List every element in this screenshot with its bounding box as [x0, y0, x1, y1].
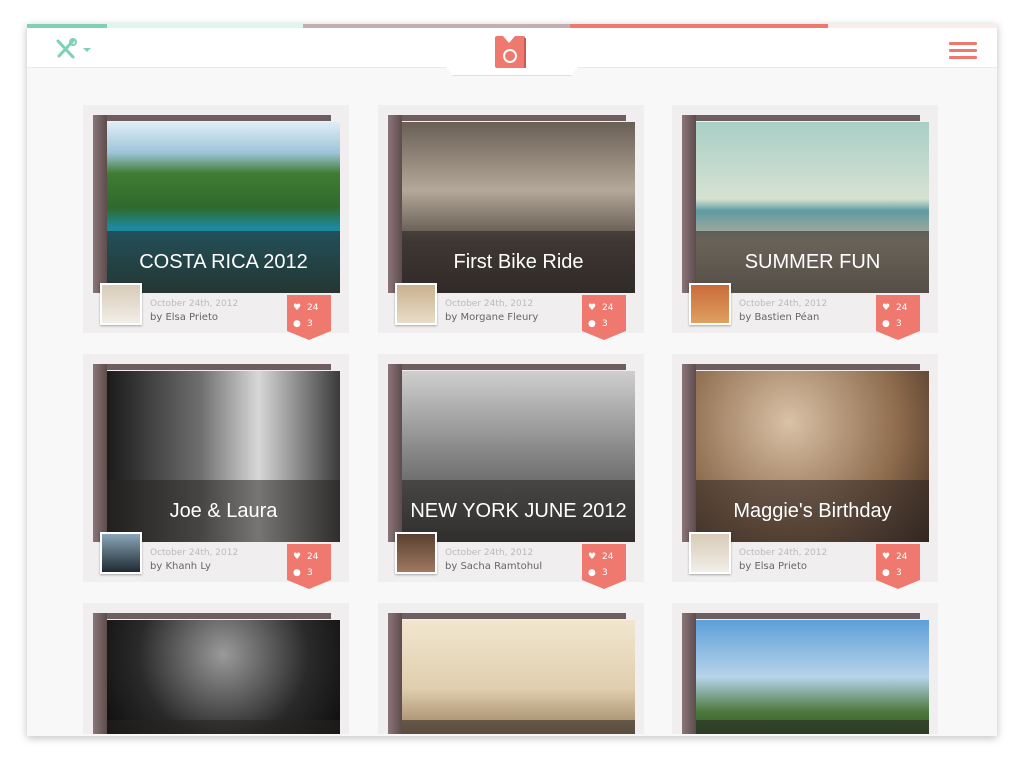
stats-badge: ♥ 24 ● 3 — [287, 544, 331, 589]
comment-count: 3 — [896, 319, 902, 329]
book-spine — [682, 115, 696, 293]
comment-count: 3 — [602, 319, 608, 329]
app-window: COSTA RICA 2012 October 24th, 2012 by El… — [27, 24, 997, 736]
book-spine — [93, 115, 107, 293]
wrench-screwdriver-icon — [56, 38, 91, 59]
album-card[interactable]: NEW YORK JUNE 2012 October 24th, 2012 by… — [378, 354, 644, 589]
book-spine — [682, 364, 696, 542]
avatar[interactable] — [100, 283, 142, 325]
comment-icon[interactable]: ● — [882, 565, 896, 581]
comment-count: 3 — [307, 568, 313, 578]
heart-icon[interactable]: ♥ — [588, 549, 602, 565]
comment-icon[interactable]: ● — [293, 565, 307, 581]
album-cover-photo[interactable]: COSTA RICA 2012 — [107, 122, 340, 293]
like-count: 24 — [896, 552, 908, 562]
book-spine — [388, 115, 402, 293]
avatar[interactable] — [100, 532, 142, 574]
album-cover-photo[interactable] — [402, 620, 635, 734]
album-card[interactable] — [378, 603, 644, 734]
comment-icon[interactable]: ● — [882, 316, 896, 332]
album-date: October 24th, 2012 — [445, 299, 534, 309]
book-page-edge — [97, 115, 331, 121]
avatar[interactable] — [395, 532, 437, 574]
heart-icon[interactable]: ♥ — [882, 549, 896, 565]
stats-badge: ♥ 24 ● 3 — [287, 295, 331, 340]
stats-badge: ♥ 24 ● 3 — [876, 295, 920, 340]
album-author[interactable]: by Sacha Ramtohul — [445, 561, 542, 572]
album-card[interactable] — [672, 603, 938, 734]
book-page-edge — [392, 115, 626, 121]
album-author[interactable]: by Bastien Péan — [739, 312, 819, 323]
heart-icon[interactable]: ♥ — [293, 549, 307, 565]
album-title-band — [107, 720, 340, 734]
comment-icon[interactable]: ● — [588, 565, 602, 581]
book-page-edge — [392, 613, 626, 619]
stats-badge: ♥ 24 ● 3 — [582, 544, 626, 589]
heart-icon[interactable]: ♥ — [293, 300, 307, 316]
book-page-edge — [686, 613, 920, 619]
stats-badge: ♥ 24 ● 3 — [582, 295, 626, 340]
book-spine — [682, 613, 696, 734]
avatar[interactable] — [395, 283, 437, 325]
comment-count: 3 — [896, 568, 902, 578]
like-count: 24 — [602, 303, 614, 313]
album-title-band — [402, 720, 635, 734]
like-count: 24 — [896, 303, 908, 313]
album-card[interactable] — [83, 603, 349, 734]
tools-menu-button[interactable] — [55, 38, 95, 60]
album-cover-photo[interactable]: First Bike Ride — [402, 122, 635, 293]
album-date: October 24th, 2012 — [739, 299, 828, 309]
book-spine — [388, 613, 402, 734]
album-cover-photo[interactable]: Joe & Laura — [107, 371, 340, 542]
menu-button[interactable] — [949, 42, 977, 60]
album-date: October 24th, 2012 — [150, 548, 239, 558]
album-author[interactable]: by Morgane Fleury — [445, 312, 538, 323]
like-count: 24 — [307, 303, 319, 313]
album-date: October 24th, 2012 — [150, 299, 239, 309]
album-cover-photo[interactable]: Maggie's Birthday — [696, 371, 929, 542]
album-author[interactable]: by Elsa Prieto — [739, 561, 807, 572]
book-page-edge — [392, 364, 626, 370]
album-date: October 24th, 2012 — [445, 548, 534, 558]
hamburger-icon — [949, 42, 977, 45]
album-card[interactable]: Maggie's Birthday October 24th, 2012 by … — [672, 354, 938, 589]
book-page-edge — [97, 364, 331, 370]
book-page-edge — [686, 115, 920, 121]
book-spine — [93, 613, 107, 734]
stats-badge: ♥ 24 ● 3 — [876, 544, 920, 589]
photo-book-icon — [495, 36, 526, 68]
album-author[interactable]: by Khanh Ly — [150, 561, 211, 572]
avatar[interactable] — [689, 283, 731, 325]
logo-button[interactable] — [493, 34, 529, 70]
comment-count: 3 — [307, 319, 313, 329]
album-card[interactable]: COSTA RICA 2012 October 24th, 2012 by El… — [83, 105, 349, 340]
album-cover-photo[interactable]: SUMMER FUN — [696, 122, 929, 293]
heart-icon[interactable]: ♥ — [882, 300, 896, 316]
album-cover-photo[interactable] — [107, 620, 340, 734]
album-author[interactable]: by Elsa Prieto — [150, 312, 218, 323]
album-card[interactable]: First Bike Ride October 24th, 2012 by Mo… — [378, 105, 644, 340]
book-page-edge — [686, 364, 920, 370]
avatar[interactable] — [689, 532, 731, 574]
album-card[interactable]: SUMMER FUN October 24th, 2012 by Bastien… — [672, 105, 938, 340]
comment-count: 3 — [602, 568, 608, 578]
book-page-edge — [97, 613, 331, 619]
comment-icon[interactable]: ● — [293, 316, 307, 332]
album-title-band — [696, 720, 929, 734]
like-count: 24 — [602, 552, 614, 562]
album-cover-photo[interactable]: NEW YORK JUNE 2012 — [402, 371, 635, 542]
comment-icon[interactable]: ● — [588, 316, 602, 332]
album-cover-photo[interactable] — [696, 620, 929, 734]
like-count: 24 — [307, 552, 319, 562]
book-spine — [93, 364, 107, 542]
book-spine — [388, 364, 402, 542]
heart-icon[interactable]: ♥ — [588, 300, 602, 316]
album-card[interactable]: Joe & Laura October 24th, 2012 by Khanh … — [83, 354, 349, 589]
album-date: October 24th, 2012 — [739, 548, 828, 558]
